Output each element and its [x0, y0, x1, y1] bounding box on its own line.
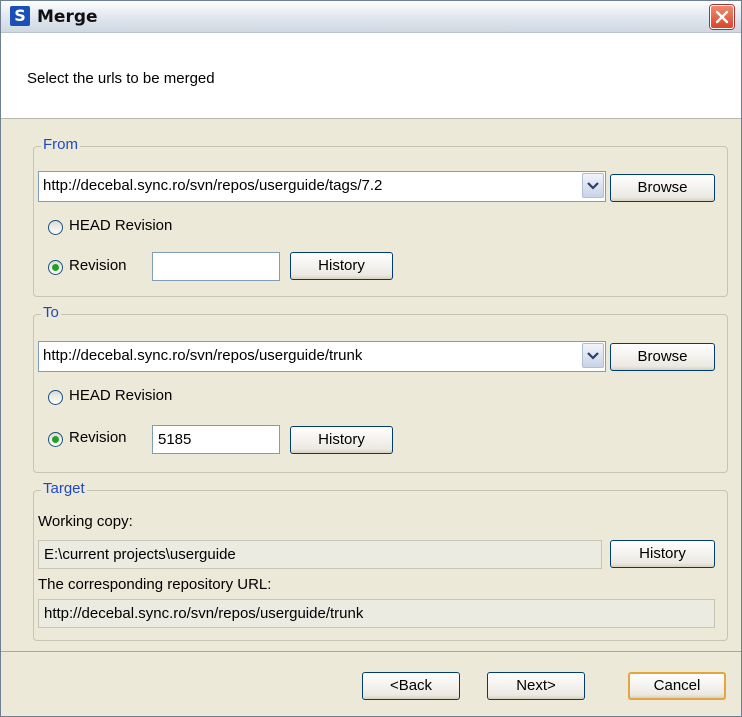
from-revision-label[interactable]: Revision	[69, 257, 127, 274]
merge-dialog: S Merge Select the urls to be merged Fro…	[0, 0, 742, 717]
to-revision-radio[interactable]	[48, 432, 63, 447]
to-url-value: http://decebal.sync.ro/svn/repos/usergui…	[43, 347, 363, 364]
close-icon	[715, 10, 729, 24]
target-history-button[interactable]: History	[610, 540, 715, 568]
from-url-value: http://decebal.sync.ro/svn/repos/usergui…	[43, 177, 383, 194]
from-legend: From	[41, 136, 80, 153]
to-revision-input[interactable]: 5185	[152, 425, 280, 454]
title-bar[interactable]: S Merge	[1, 1, 741, 33]
to-revision-label[interactable]: Revision	[69, 429, 127, 446]
from-browse-button[interactable]: Browse	[610, 174, 715, 202]
from-revision-radio[interactable]	[48, 260, 63, 275]
close-button[interactable]	[710, 5, 734, 29]
window-title: Merge	[37, 7, 98, 27]
footer-separator	[1, 651, 741, 652]
from-revision-input[interactable]	[152, 252, 280, 281]
working-copy-field[interactable]: E:\current projects\userguide	[38, 540, 602, 569]
dropdown-arrow-icon	[587, 182, 599, 190]
to-history-button[interactable]: History	[290, 426, 393, 454]
working-copy-label: Working copy:	[38, 513, 133, 530]
from-head-revision-radio[interactable]	[48, 220, 63, 235]
from-head-revision-label[interactable]: HEAD Revision	[69, 217, 172, 234]
from-url-combobox[interactable]: http://decebal.sync.ro/svn/repos/usergui…	[38, 171, 606, 202]
radio-selected-dot	[52, 264, 59, 271]
repository-url-field[interactable]: http://decebal.sync.ro/svn/repos/usergui…	[38, 599, 715, 628]
to-url-dropdown-button[interactable]	[582, 343, 604, 368]
back-button[interactable]: <Back	[362, 672, 460, 700]
header-subtitle: Select the urls to be merged	[27, 70, 215, 87]
to-browse-button[interactable]: Browse	[610, 343, 715, 371]
cancel-button[interactable]: Cancel	[628, 672, 726, 700]
from-history-button[interactable]: History	[290, 252, 393, 280]
radio-selected-dot	[52, 436, 59, 443]
target-legend: Target	[41, 480, 87, 497]
to-legend: To	[41, 304, 61, 321]
to-url-combobox[interactable]: http://decebal.sync.ro/svn/repos/usergui…	[38, 341, 606, 372]
next-button[interactable]: Next>	[487, 672, 585, 700]
from-url-dropdown-button[interactable]	[582, 173, 604, 198]
to-head-revision-label[interactable]: HEAD Revision	[69, 387, 172, 404]
header-panel: Select the urls to be merged	[1, 33, 741, 119]
to-head-revision-radio[interactable]	[48, 390, 63, 405]
app-icon: S	[10, 6, 30, 26]
dropdown-arrow-icon	[587, 352, 599, 360]
repository-url-label: The corresponding repository URL:	[38, 576, 272, 593]
